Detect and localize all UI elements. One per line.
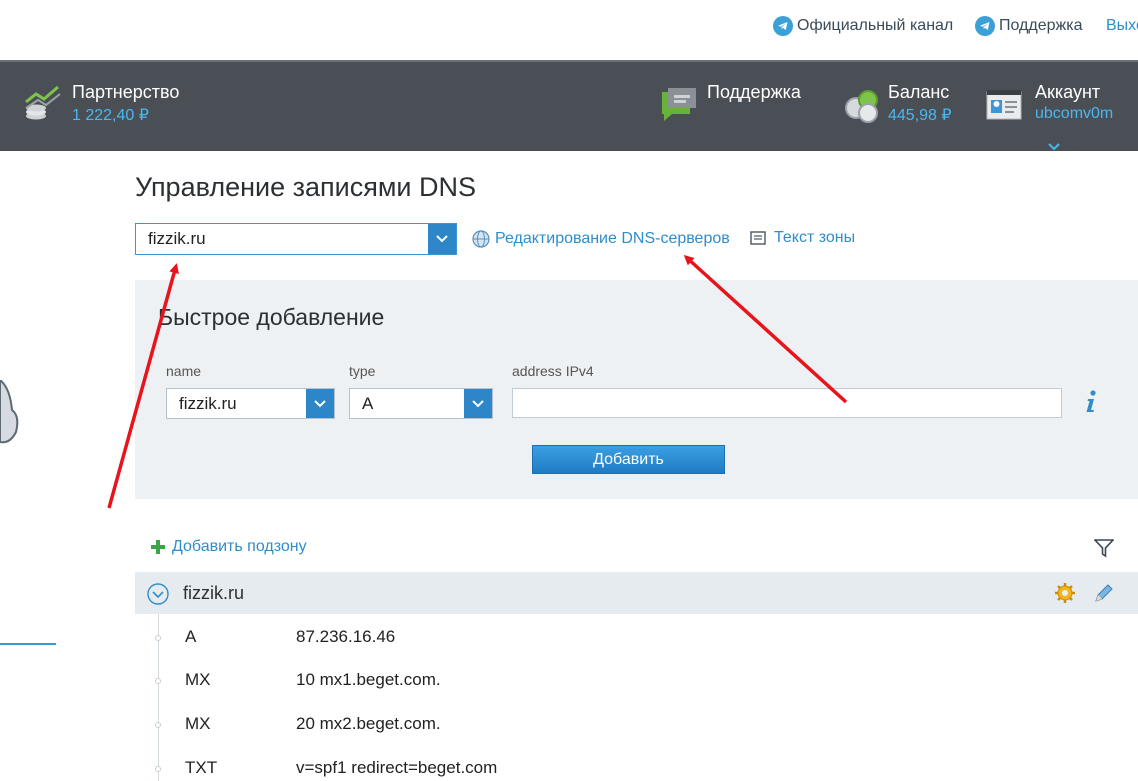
add-record-button[interactable]: Добавить [532, 445, 725, 474]
official-channel-link[interactable]: Официальный канал [773, 16, 953, 36]
domain-select-value: fizzik.ru [148, 229, 206, 248]
support-block[interactable]: Поддержка [707, 82, 801, 103]
zone-name: fizzik.ru [183, 583, 245, 603]
chevron-down-icon[interactable] [306, 389, 334, 418]
record-type: MX [185, 670, 211, 689]
record-type: TXT [185, 758, 218, 777]
record-type: MX [185, 714, 211, 733]
partnership-block[interactable]: Партнерство 1 222,40 ₽ [72, 82, 179, 125]
plus-icon [150, 539, 166, 555]
record-value[interactable]: v=spf1 redirect=beget.com [296, 758, 497, 778]
zone-text-label: Текст зоны [774, 229, 856, 246]
official-channel-label: Официальный канал [797, 17, 954, 34]
zone-text-link[interactable]: Текст зоны [750, 229, 855, 247]
type-select-value: A [362, 393, 374, 413]
telegram-icon [773, 16, 793, 36]
quick-add-title: Быстрое добавление [158, 304, 385, 330]
chevron-down-icon[interactable] [464, 389, 492, 418]
zone-settings-gear-icon[interactable] [1054, 582, 1076, 609]
add-subzone-label: Добавить подзону [172, 538, 307, 555]
record-value[interactable]: 20 mx2.beget.com. [296, 714, 441, 734]
account-chevron-down-icon[interactable] [1048, 138, 1060, 156]
tree-node [155, 678, 161, 684]
support-title: Поддержка [707, 82, 801, 102]
edit-dns-servers-label: Редактирование DNS-серверов [495, 230, 730, 247]
top-strip: Официальный канал Поддержка Выход [0, 0, 1138, 60]
document-icon [750, 231, 766, 245]
top-support-link[interactable]: Поддержка [975, 16, 1082, 36]
exit-link[interactable]: Выход [1106, 16, 1138, 36]
side-illustration [0, 378, 22, 455]
filter-icon[interactable] [1093, 538, 1115, 563]
balance-title: Баланс [888, 82, 950, 102]
tree-node [155, 766, 161, 772]
address-ipv4-input[interactable] [512, 388, 1062, 418]
account-block[interactable]: Аккаунт ubcomv0m [1035, 82, 1113, 123]
telegram-icon [975, 16, 995, 36]
info-icon[interactable] [1084, 390, 1098, 419]
www-globe-icon [471, 229, 491, 249]
record-value[interactable]: 87.236.16.46 [296, 627, 395, 647]
zone-edit-pencil-icon[interactable] [1093, 582, 1115, 609]
partnership-title: Партнерство [72, 82, 180, 102]
name-select[interactable]: fizzik.ru [166, 388, 335, 419]
top-support-label: Поддержка [999, 17, 1083, 34]
type-label: type [349, 363, 376, 379]
record-type: A [185, 627, 197, 646]
zone-row[interactable] [135, 572, 1138, 614]
chevron-down-icon[interactable] [428, 224, 456, 254]
record-value[interactable]: 10 mx1.beget.com. [296, 670, 441, 690]
tree-node [155, 635, 161, 641]
balance-block[interactable]: Баланс 445,98 ₽ [888, 82, 952, 125]
partnership-icon [24, 84, 64, 129]
support-chat-icon [660, 86, 700, 131]
header-bar: Партнерство 1 222,40 ₽ Поддержка Баланс … [0, 60, 1138, 151]
name-select-value: fizzik.ru [179, 393, 237, 413]
coins-icon [845, 88, 881, 129]
balance-value: 445,98 ₽ [888, 107, 952, 124]
collapse-chevron-icon[interactable] [147, 583, 169, 610]
side-divider [0, 643, 56, 645]
edit-dns-servers-link[interactable]: Редактирование DNS-серверов [471, 229, 730, 249]
address-label: address IPv4 [512, 363, 594, 379]
add-subzone-link[interactable]: Добавить подзону [150, 538, 307, 556]
account-login: ubcomv0m [1035, 105, 1114, 122]
account-title: Аккаунт [1035, 82, 1101, 102]
domain-select[interactable]: fizzik.ru [135, 223, 457, 255]
exit-label: Выход [1106, 17, 1138, 34]
tree-node [155, 722, 161, 728]
account-card-icon [986, 89, 1022, 126]
type-select[interactable]: A [349, 388, 493, 419]
name-label: name [166, 363, 202, 379]
partnership-value: 1 222,40 ₽ [72, 107, 149, 124]
page-title: Управление записями DNS [135, 172, 476, 202]
